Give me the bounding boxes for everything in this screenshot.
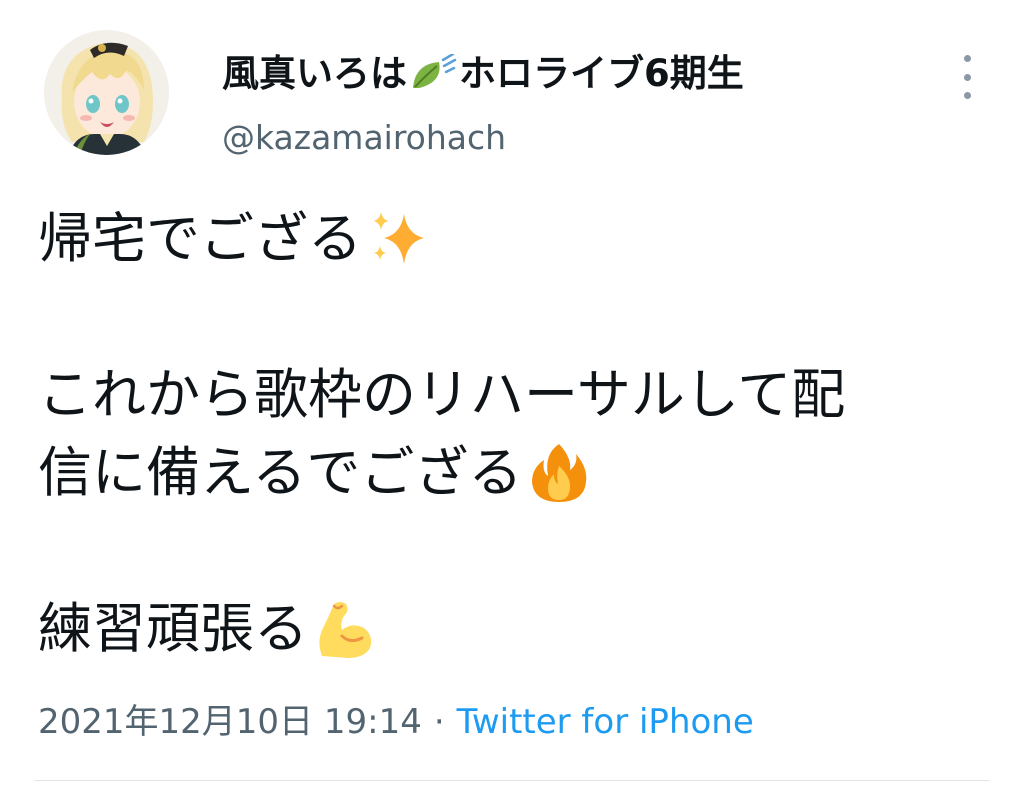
tweet-line: 信に備えるでござる <box>38 434 988 512</box>
tweet-meta: 2021年12月10日 19:14 · Twitter for iPhone <box>38 700 754 744</box>
timestamp[interactable]: 2021年12月10日 19:14 <box>38 700 422 744</box>
flexed-biceps-icon <box>312 596 378 662</box>
tweet-line: これから歌枠のリハーサルして配 <box>38 356 988 434</box>
more-dot <box>963 73 971 81</box>
display-name-affiliation: ホロライブ6期生 <box>459 52 744 95</box>
tweet-line-text: 帰宅でござる <box>38 207 362 270</box>
fire-icon <box>526 440 592 506</box>
display-name-text: 風真いろは <box>222 52 407 95</box>
display-name[interactable]: 風真いろは ホロライブ6期生 <box>222 52 744 96</box>
source-link[interactable]: Twitter for iPhone <box>457 700 754 744</box>
tweet-line-text: 信に備えるでござる <box>38 441 523 504</box>
more-vertical-icon[interactable] <box>952 55 982 99</box>
tweet-line: 練習頑張る <box>38 590 988 668</box>
tweet-line: 帰宅でござる <box>38 200 988 278</box>
more-dot <box>963 92 971 99</box>
sparkles-icon <box>366 206 432 272</box>
username[interactable]: @kazamairohach <box>222 118 506 158</box>
meta-separator: · <box>433 702 445 742</box>
avatar[interactable] <box>44 30 169 155</box>
tweet-card: 風真いろは ホロライブ6期生 @kazamairohach 帰宅でござる これか… <box>0 0 1024 786</box>
tweet-line-text: 練習頑張る <box>38 597 308 660</box>
more-dot <box>963 55 971 62</box>
divider <box>34 780 990 781</box>
leaf-icon <box>409 52 457 94</box>
avatar-image <box>44 30 169 155</box>
tweet-text: 帰宅でござる これから歌枠のリハーサルして配 信に備えるでござる 練習頑張る <box>38 200 988 668</box>
tweet-line-text: これから歌枠のリハーサルして配 <box>38 363 846 426</box>
